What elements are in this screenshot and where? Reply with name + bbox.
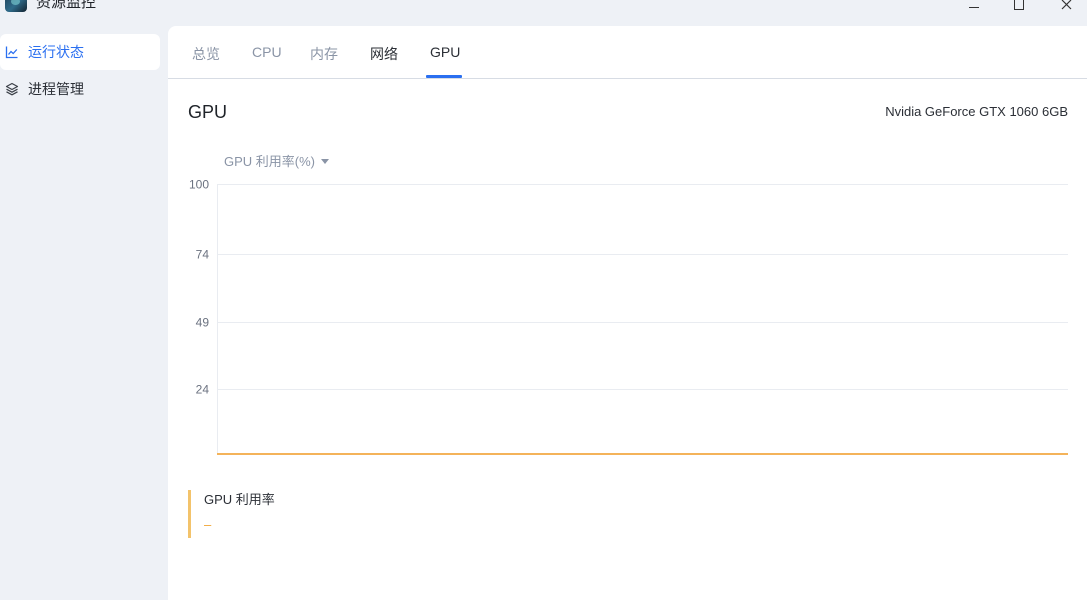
sidebar-item-process-management[interactable]: 进程管理: [0, 71, 160, 107]
close-button[interactable]: [1054, 0, 1078, 12]
title-bar: 资源监控: [0, 0, 1087, 26]
app-icon: [5, 0, 27, 12]
gpu-device-name: Nvidia GeForce GTX 1060 6GB: [885, 104, 1068, 119]
minimize-icon: [969, 6, 979, 8]
close-icon: [1061, 0, 1071, 9]
sidebar: 运行状态 进程管理: [0, 26, 168, 600]
line-chart-icon: [5, 45, 19, 59]
metric-dropdown-label: GPU 利用率(%): [224, 154, 316, 169]
layers-icon: [5, 82, 19, 96]
minimize-button[interactable]: [962, 0, 986, 12]
chart-svg: 100 74 49 24: [189, 178, 1068, 455]
y-tick-label: 74: [196, 248, 210, 262]
maximize-button[interactable]: [1007, 0, 1031, 12]
caret-down-icon: [321, 158, 330, 164]
section-title: GPU: [188, 102, 228, 122]
legend-value: –: [204, 517, 212, 532]
metric-dropdown[interactable]: GPU 利用率(%): [224, 151, 330, 170]
tab-memory[interactable]: 内存: [310, 44, 338, 64]
tab-overview[interactable]: 总览: [192, 44, 220, 64]
y-tick-label: 24: [196, 383, 210, 397]
main-panel: 总览 CPU 内存 网络 GPU GPU Nvidia GeForce GTX …: [168, 26, 1087, 600]
y-tick-label: 100: [189, 178, 209, 192]
active-tab-indicator: [426, 75, 462, 78]
sidebar-item-label: 进程管理: [28, 81, 84, 97]
maximize-icon: [1014, 0, 1024, 10]
tab-gpu[interactable]: GPU: [430, 44, 460, 60]
tab-network[interactable]: 网络: [370, 44, 398, 64]
tab-cpu[interactable]: CPU: [252, 44, 282, 60]
legend-label: GPU 利用率: [204, 492, 275, 507]
chart-legend: GPU 利用率 –: [188, 490, 588, 538]
tab-bar: 总览 CPU 内存 网络 GPU: [168, 26, 1087, 79]
sidebar-item-running-status[interactable]: 运行状态: [0, 34, 160, 70]
app-title: 资源监控: [36, 0, 97, 11]
gpu-usage-chart: 100 74 49 24: [168, 176, 1087, 466]
y-tick-label: 49: [196, 316, 210, 330]
sidebar-item-label: 运行状态: [28, 44, 84, 60]
